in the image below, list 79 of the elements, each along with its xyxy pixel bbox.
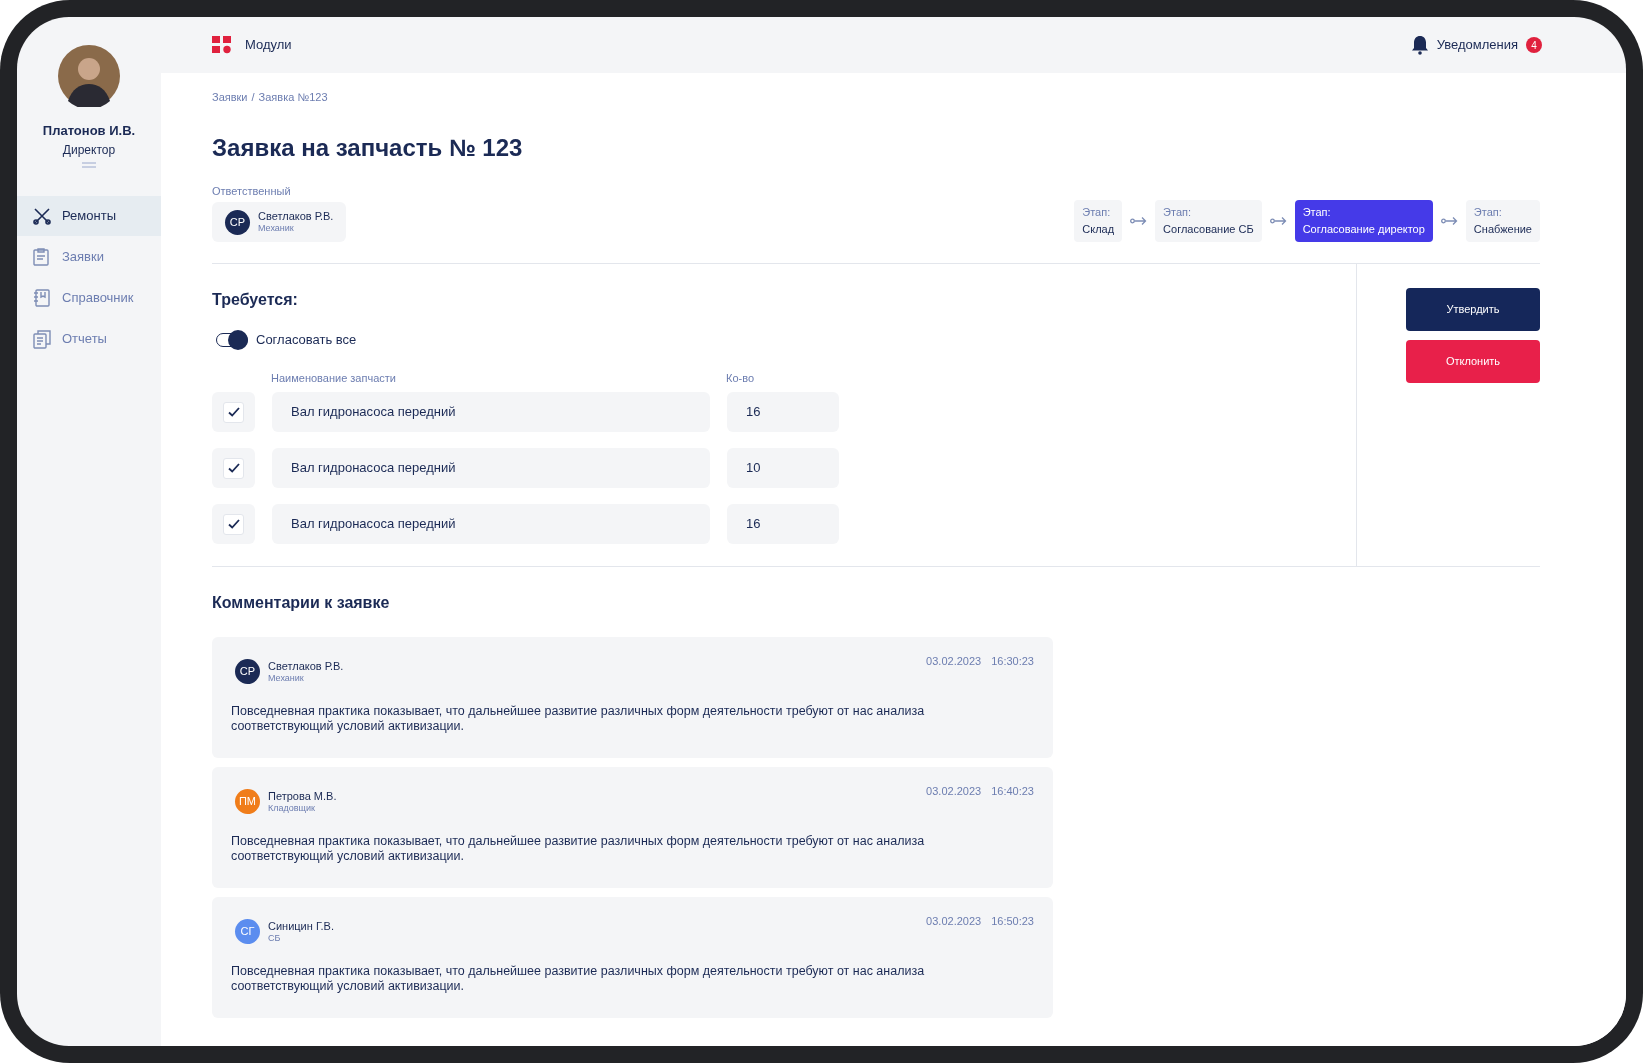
stage-label: Этап: <box>1473 205 1503 220</box>
notifications-button[interactable]: Уведомления 4 <box>1410 35 1542 55</box>
reject-button[interactable]: Отклонить <box>1406 340 1540 383</box>
part-name-field[interactable]: Вал гидронасоса передний <box>272 448 710 488</box>
stage-name: Согласование директор <box>1302 222 1425 237</box>
comment-date: 03.02.2023 <box>926 784 982 799</box>
quantity-field[interactable]: 16 <box>727 504 839 544</box>
nav-label: Отчеты <box>62 329 107 348</box>
user-name: Платонов И.В. <box>42 122 136 140</box>
column-header: Наименование запчасти <box>271 370 397 386</box>
clipboard-icon <box>32 246 52 267</box>
avatar <box>58 45 120 107</box>
stage-label: Этап: <box>1163 205 1193 220</box>
stage-chip[interactable]: Этап: Снабжение <box>1465 200 1540 242</box>
arrow-icon <box>1440 216 1458 226</box>
comment-text: Повседневная практика показывает, что дальнейшее развитие различных форм деятельности требуют от нас анализа соответствующий условий активизации. <box>231 704 926 734</box>
comment-time: 16:50:23 <box>991 914 1034 929</box>
column-header: Ко-во <box>726 370 755 386</box>
nav-item[interactable]: Отчеты <box>17 318 161 359</box>
checkbox[interactable] <box>212 448 255 488</box>
user-avatar: СР <box>235 659 260 684</box>
approve-button[interactable]: Утвердить <box>1406 288 1540 331</box>
breadcrumb-link[interactable]: Заявка №123 <box>258 89 328 106</box>
section-heading: Требуется: <box>212 290 299 310</box>
section-heading: Комментарии к заявке <box>212 593 391 613</box>
stage-label: Этап: <box>1302 205 1332 220</box>
person-name: Петрова М.В. <box>268 789 337 802</box>
toggle-label: Согласовать все <box>256 331 357 349</box>
person-role: Кладовщик <box>268 802 316 814</box>
comment-date: 03.02.2023 <box>926 654 982 669</box>
nav-label: Заявки <box>62 247 104 266</box>
person-role: СБ <box>268 932 282 944</box>
quantity-field[interactable]: 10 <box>727 448 839 488</box>
stage-label: Этап: <box>1082 205 1112 220</box>
nav-label: Справочник <box>62 288 134 307</box>
tools-icon <box>32 205 52 226</box>
stage-name: Согласование СБ <box>1163 222 1254 237</box>
toggle-switch[interactable] <box>216 332 248 347</box>
checkbox[interactable] <box>212 504 255 544</box>
comment-date: 03.02.2023 <box>926 914 982 929</box>
stage-chip[interactable]: Этап: Согласование СБ <box>1155 200 1262 242</box>
part-name-field[interactable]: Вал гидронасоса передний <box>272 504 710 544</box>
modules-button[interactable]: Модули <box>212 35 292 55</box>
person-name: Светлаков Р.В. <box>258 210 334 222</box>
comment-time: 16:40:23 <box>991 784 1034 799</box>
arrow-icon <box>1269 216 1287 226</box>
comment-text: Повседневная практика показывает, что дальнейшее развитие различных форм деятельности требуют от нас анализа соответствующий условий активизации. <box>231 834 926 864</box>
nav-label: Ремонты <box>62 206 116 225</box>
bell-icon <box>1410 35 1429 55</box>
stage-name: Снабжение <box>1473 222 1532 237</box>
arrow-icon <box>1130 216 1148 226</box>
checkbox[interactable] <box>212 392 255 432</box>
book-icon <box>32 287 52 308</box>
user-avatar: СР <box>225 209 250 235</box>
user-role: Директор <box>62 141 116 159</box>
user-avatar: ПМ <box>235 789 260 814</box>
person-role: Механик <box>268 671 305 684</box>
responsible-label: Ответственный <box>212 183 292 199</box>
breadcrumb-link[interactable]: Заявки <box>212 89 248 106</box>
nav-item[interactable]: Ремонты <box>17 195 161 236</box>
comment-time: 16:30:23 <box>991 654 1034 669</box>
page-title: Заявка на запчасть № 123 <box>212 132 524 163</box>
nav-item[interactable]: Заявки <box>17 236 161 277</box>
grid-icon <box>212 36 231 54</box>
stage-name: Склад <box>1082 222 1115 237</box>
notification-badge: 4 <box>1526 37 1542 53</box>
quantity-field[interactable]: 16 <box>727 392 839 432</box>
nav-item[interactable]: Справочник <box>17 277 161 318</box>
part-name-field[interactable]: Вал гидронасоса передний <box>272 392 710 432</box>
user-avatar: СГ <box>235 919 260 944</box>
comment-text: Повседневная практика показывает, что дальнейшее развитие различных форм деятельности требуют от нас анализа соответствующий условий активизации. <box>231 964 926 994</box>
person-role: Механик <box>258 222 295 234</box>
breadcrumb-separator: / <box>251 90 255 105</box>
menu-icon[interactable] <box>82 161 96 168</box>
person-name: Светлаков Р.В. <box>268 659 344 672</box>
person-name: Синицин Г.В. <box>268 919 334 932</box>
stage-chip[interactable]: Этап: Склад <box>1074 200 1123 242</box>
stage-chip[interactable]: Этап: Согласование директор <box>1294 200 1433 242</box>
document-icon <box>32 328 52 349</box>
